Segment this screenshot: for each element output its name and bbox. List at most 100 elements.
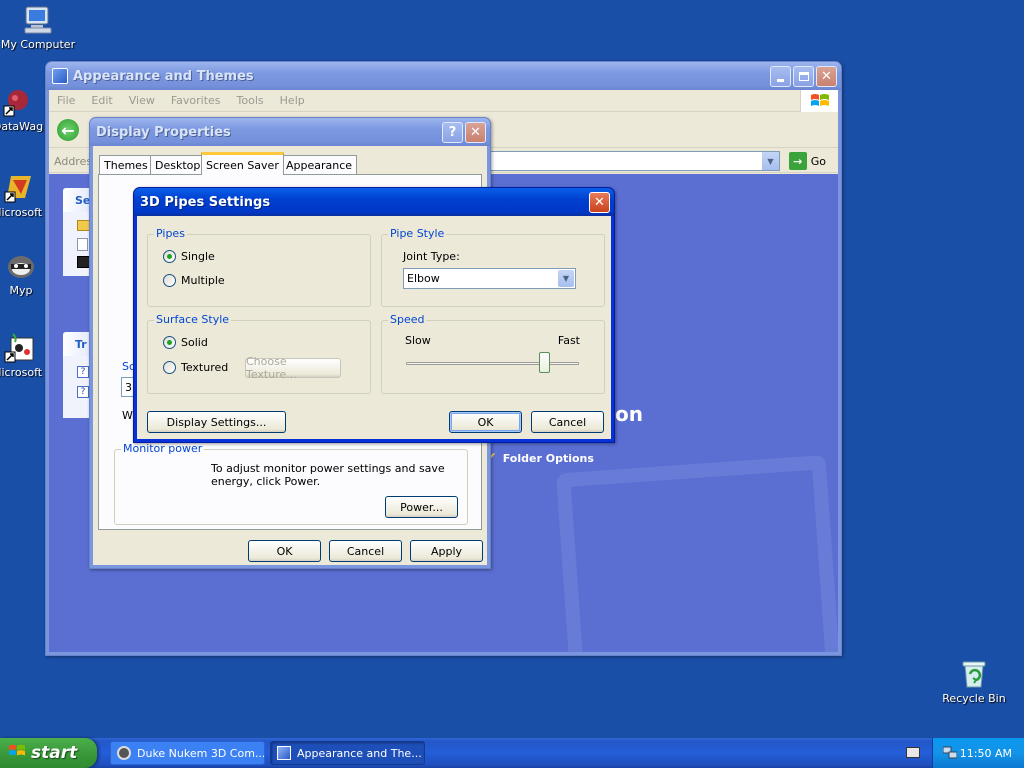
cancel-button[interactable]: Cancel bbox=[531, 411, 604, 433]
apply-label: Apply bbox=[430, 544, 463, 558]
radio-single[interactable]: Single bbox=[163, 250, 215, 263]
menu-tools[interactable]: Tools bbox=[237, 94, 264, 107]
desktop-icon-label: Myp bbox=[9, 284, 33, 297]
menu-view[interactable]: View bbox=[129, 94, 155, 107]
help-icon: ? bbox=[77, 366, 89, 378]
document-icon bbox=[77, 238, 88, 251]
tab-label: Appearance bbox=[286, 158, 353, 172]
tab-label: Themes bbox=[104, 158, 148, 172]
help-button[interactable]: ? bbox=[442, 121, 463, 143]
tab-desktop[interactable]: Desktop bbox=[150, 155, 206, 174]
system-tray: 11:50 AM bbox=[932, 738, 1024, 768]
go-button[interactable]: → Go bbox=[788, 152, 826, 170]
clock[interactable]: 11:50 AM bbox=[960, 747, 1012, 760]
radio-solid[interactable]: Solid bbox=[163, 336, 208, 349]
datawag-icon bbox=[2, 86, 34, 118]
windows-logo-icon bbox=[800, 90, 838, 112]
taskbar-item-appearance[interactable]: Appearance and The... bbox=[270, 741, 425, 765]
start-button[interactable]: start bbox=[0, 738, 97, 768]
cancel-label: Cancel bbox=[548, 415, 587, 429]
speed-slider-thumb[interactable] bbox=[538, 352, 550, 373]
taskbar: start Duke Nukem 3D Com... Appearance an… bbox=[0, 738, 1024, 768]
address-label: Addres bbox=[54, 155, 93, 168]
folder-options-label: Folder Options bbox=[502, 451, 594, 465]
minimize-icon bbox=[777, 78, 784, 82]
surface-style-group-title: Surface Style bbox=[154, 313, 232, 326]
close-icon: ✕ bbox=[821, 68, 832, 84]
control-panel-icon bbox=[277, 746, 291, 760]
ok-button[interactable]: OK bbox=[248, 540, 321, 562]
maximize-icon bbox=[798, 71, 809, 81]
menu-file[interactable]: File bbox=[57, 94, 75, 107]
visual-cpp-icon bbox=[3, 172, 35, 204]
close-icon: ✕ bbox=[470, 124, 481, 140]
folder-options-link[interactable]: ✔ Folder Options bbox=[485, 450, 594, 466]
desktop-icon-datawag[interactable]: DataWag bbox=[0, 86, 46, 133]
apply-button[interactable]: Apply bbox=[410, 540, 483, 562]
taskbar-item-label: Duke Nukem 3D Com... bbox=[137, 746, 265, 760]
help-icon: ? bbox=[77, 386, 89, 398]
dropdown-arrow-icon[interactable]: ▼ bbox=[762, 152, 779, 170]
desktop-icon-myp[interactable]: Myp bbox=[0, 250, 46, 297]
radio-single-label: Single bbox=[181, 250, 215, 263]
radio-textured-indicator bbox=[163, 361, 176, 374]
control-panel-icon bbox=[52, 68, 68, 84]
choose-texture-label: Choose Texture... bbox=[246, 355, 297, 381]
close-button[interactable]: ✕ bbox=[465, 121, 486, 143]
desktop-icon-label: Microsoft Basic bbox=[0, 366, 46, 379]
speed-group-title: Speed bbox=[388, 313, 427, 326]
cancel-button[interactable]: Cancel bbox=[329, 540, 402, 562]
network-icon[interactable] bbox=[942, 746, 958, 759]
radio-textured-label: Textured bbox=[181, 361, 229, 374]
menu-help[interactable]: Help bbox=[280, 94, 305, 107]
windows-flag-icon bbox=[8, 743, 26, 764]
speed-slider-track[interactable] bbox=[406, 362, 579, 365]
ok-label: OK bbox=[276, 544, 293, 558]
close-icon: ✕ bbox=[594, 194, 605, 210]
maximize-button[interactable] bbox=[793, 65, 814, 87]
close-button[interactable]: ✕ bbox=[589, 191, 610, 213]
desktop-icon-label: Recycle Bin bbox=[942, 692, 1006, 705]
tab-screen-saver[interactable]: Screen Saver bbox=[201, 152, 284, 175]
power-button[interactable]: Power... bbox=[385, 496, 458, 518]
side-panel-title: Tr bbox=[75, 338, 87, 351]
tab-themes[interactable]: Themes bbox=[99, 155, 153, 174]
banner-fragment: on bbox=[615, 402, 643, 426]
pipes-client: Pipes Single Multiple Pipe Style Joint T… bbox=[137, 216, 611, 439]
radio-textured[interactable]: Textured bbox=[163, 361, 228, 374]
back-arrow-icon[interactable]: ← bbox=[57, 119, 79, 141]
display-settings-label: Display Settings... bbox=[166, 415, 267, 429]
menu-favorites[interactable]: Favorites bbox=[171, 94, 221, 107]
cancel-label: Cancel bbox=[346, 544, 385, 558]
dialog-title: Display Properties bbox=[96, 124, 231, 140]
radio-solid-label: Solid bbox=[181, 336, 208, 349]
desktop-icon-recycle-bin[interactable]: Recycle Bin bbox=[934, 658, 1014, 705]
dropdown-arrow-icon[interactable]: ▼ bbox=[558, 270, 574, 287]
close-button[interactable]: ✕ bbox=[816, 65, 837, 87]
ok-label: OK bbox=[477, 415, 494, 429]
radio-multiple[interactable]: Multiple bbox=[163, 274, 225, 287]
ok-button[interactable]: OK bbox=[449, 411, 522, 433]
display-settings-button[interactable]: Display Settings... bbox=[147, 411, 286, 433]
pipes-settings-dialog: 3D Pipes Settings ✕ Pipes Single Multipl… bbox=[133, 187, 615, 443]
minimize-button[interactable] bbox=[770, 65, 791, 87]
desktop-icon-label: My Computer bbox=[0, 38, 76, 51]
pipes-titlebar: 3D Pipes Settings ✕ bbox=[134, 188, 614, 216]
pipes-group: Pipes Single Multiple bbox=[147, 227, 371, 307]
appearance-titlebar: Appearance and Themes ✕ bbox=[46, 62, 841, 90]
desktop-icon-my-computer[interactable]: My Computer bbox=[0, 4, 78, 51]
power-button-label: Power... bbox=[400, 500, 443, 514]
menu-edit[interactable]: Edit bbox=[91, 94, 112, 107]
choose-texture-button[interactable]: Choose Texture... bbox=[245, 355, 341, 381]
desktop-icon-microsoft-cpp[interactable]: Microsoft C++ bbox=[0, 172, 46, 219]
taskbar-item-duke-nukem[interactable]: Duke Nukem 3D Com... bbox=[110, 741, 265, 765]
keyboard-icon[interactable] bbox=[906, 747, 920, 758]
joint-type-select[interactable]: Elbow ▼ bbox=[403, 268, 576, 289]
tab-appearance[interactable]: Appearance bbox=[281, 155, 358, 174]
joint-type-value: Elbow bbox=[407, 272, 440, 285]
tab-label: Screen Saver bbox=[206, 158, 279, 172]
desktop-icon-label: Microsoft C++ bbox=[0, 206, 46, 219]
desktop-icon-microsoft-basic[interactable]: Microsoft Basic bbox=[0, 332, 46, 379]
raccoon-icon bbox=[5, 250, 37, 282]
visual-basic-icon bbox=[3, 332, 35, 364]
